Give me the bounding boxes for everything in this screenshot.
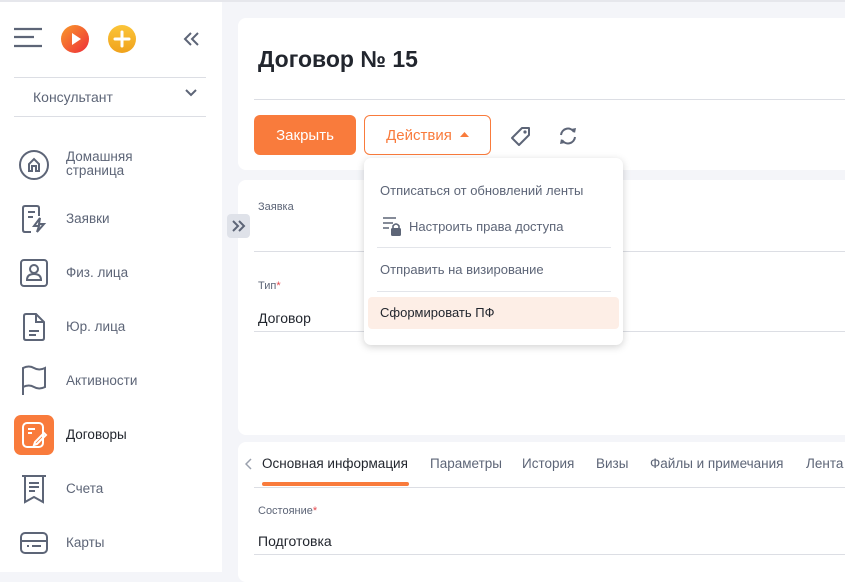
- role-select[interactable]: Консультант: [14, 77, 206, 117]
- sidebar-item-label: Физ. лица: [66, 265, 129, 280]
- card-icon: [16, 525, 52, 561]
- menu-item-access-rights[interactable]: Настроить права доступа: [409, 219, 563, 234]
- tab-main-info[interactable]: Основная информация: [262, 456, 408, 471]
- chevron-left-icon[interactable]: [245, 458, 253, 470]
- play-icon[interactable]: [61, 25, 89, 53]
- sidebar-item-label: Активности: [66, 373, 138, 388]
- menu-icon[interactable]: [14, 27, 42, 49]
- receipt-icon: [16, 471, 52, 507]
- role-select-value: Консультант: [33, 89, 113, 105]
- request-label: Заявка: [258, 201, 294, 213]
- chevron-down-icon: [185, 89, 197, 97]
- sidebar-item-label: Карты: [66, 535, 105, 550]
- collapse-sidebar-icon[interactable]: [183, 31, 199, 47]
- details-card: Основная информация Параметры История Ви…: [238, 442, 845, 582]
- sidebar-item-home[interactable]: Домашняя страница: [0, 141, 222, 185]
- sidebar-item-requests[interactable]: Заявки: [0, 195, 222, 239]
- add-icon[interactable]: [108, 25, 136, 53]
- type-label: Тип: [258, 280, 277, 292]
- menu-item-label: Сформировать ПФ: [380, 305, 495, 320]
- tab-feed[interactable]: Лента: [806, 456, 843, 471]
- sidebar-item-label: Договоры: [66, 427, 127, 442]
- sidebar-item-invoices[interactable]: Счета: [0, 465, 222, 509]
- sidebar-item-activities[interactable]: Активности: [0, 357, 222, 401]
- sidebar-item-label: страница: [66, 163, 125, 178]
- sidebar-item-label: Домашняя: [66, 149, 133, 164]
- sidebar-item-label: Юр. лица: [66, 319, 126, 334]
- contract-icon: [14, 415, 54, 455]
- sidebar: Консультант Домашняя страница Заявки Физ.…: [0, 2, 222, 572]
- divider: [254, 99, 845, 100]
- active-tab-indicator: [262, 482, 409, 486]
- menu-item-unsubscribe[interactable]: Отписаться от обновлений ленты: [380, 183, 583, 198]
- page-title: Договор № 15: [258, 46, 418, 72]
- actions-button[interactable]: Действия: [364, 115, 491, 155]
- sidebar-item-contracts[interactable]: Договоры: [0, 411, 222, 455]
- refresh-icon[interactable]: [557, 125, 579, 147]
- menu-item-generate-pf[interactable]: Сформировать ПФ: [368, 297, 619, 329]
- sidebar-item-label: Счета: [66, 481, 104, 496]
- header-card: Договор № 15 Закрыть Действия: [238, 18, 845, 170]
- state-label: Состояние: [258, 505, 313, 517]
- home-icon: [16, 147, 52, 183]
- menu-item-send-approval[interactable]: Отправить на визирование: [380, 262, 544, 277]
- person-icon: [16, 255, 52, 291]
- tabs: Основная информация Параметры История Ви…: [238, 456, 845, 488]
- actions-dropdown-menu: Отписаться от обновлений ленты Настроить…: [364, 158, 623, 345]
- menu-divider: [377, 247, 611, 248]
- tab-files[interactable]: Файлы и примечания: [650, 456, 783, 471]
- state-field[interactable]: Подготовка: [258, 533, 332, 549]
- request-icon: [16, 201, 52, 237]
- tab-history[interactable]: История: [522, 456, 574, 471]
- access-lock-icon: [383, 217, 401, 236]
- chevrons-right-icon: [231, 220, 245, 232]
- close-button[interactable]: Закрыть: [254, 115, 356, 155]
- divider: [254, 554, 845, 555]
- tab-visas[interactable]: Визы: [596, 456, 628, 471]
- flag-icon: [16, 363, 52, 399]
- sidebar-item-individuals[interactable]: Физ. лица: [0, 249, 222, 293]
- tab-parameters[interactable]: Параметры: [430, 456, 502, 471]
- sidebar-item-legal-entities[interactable]: Юр. лица: [0, 303, 222, 347]
- type-field[interactable]: Договор: [258, 310, 311, 326]
- caret-up-icon: [459, 132, 469, 137]
- expand-panel-button[interactable]: [227, 214, 250, 238]
- tag-icon[interactable]: [510, 125, 532, 147]
- document-icon: [16, 309, 52, 345]
- actions-label: Действия: [386, 126, 452, 144]
- menu-divider: [377, 291, 611, 292]
- sidebar-item-label: Заявки: [66, 211, 110, 226]
- sidebar-item-cards[interactable]: Карты: [0, 519, 222, 563]
- divider: [254, 487, 845, 488]
